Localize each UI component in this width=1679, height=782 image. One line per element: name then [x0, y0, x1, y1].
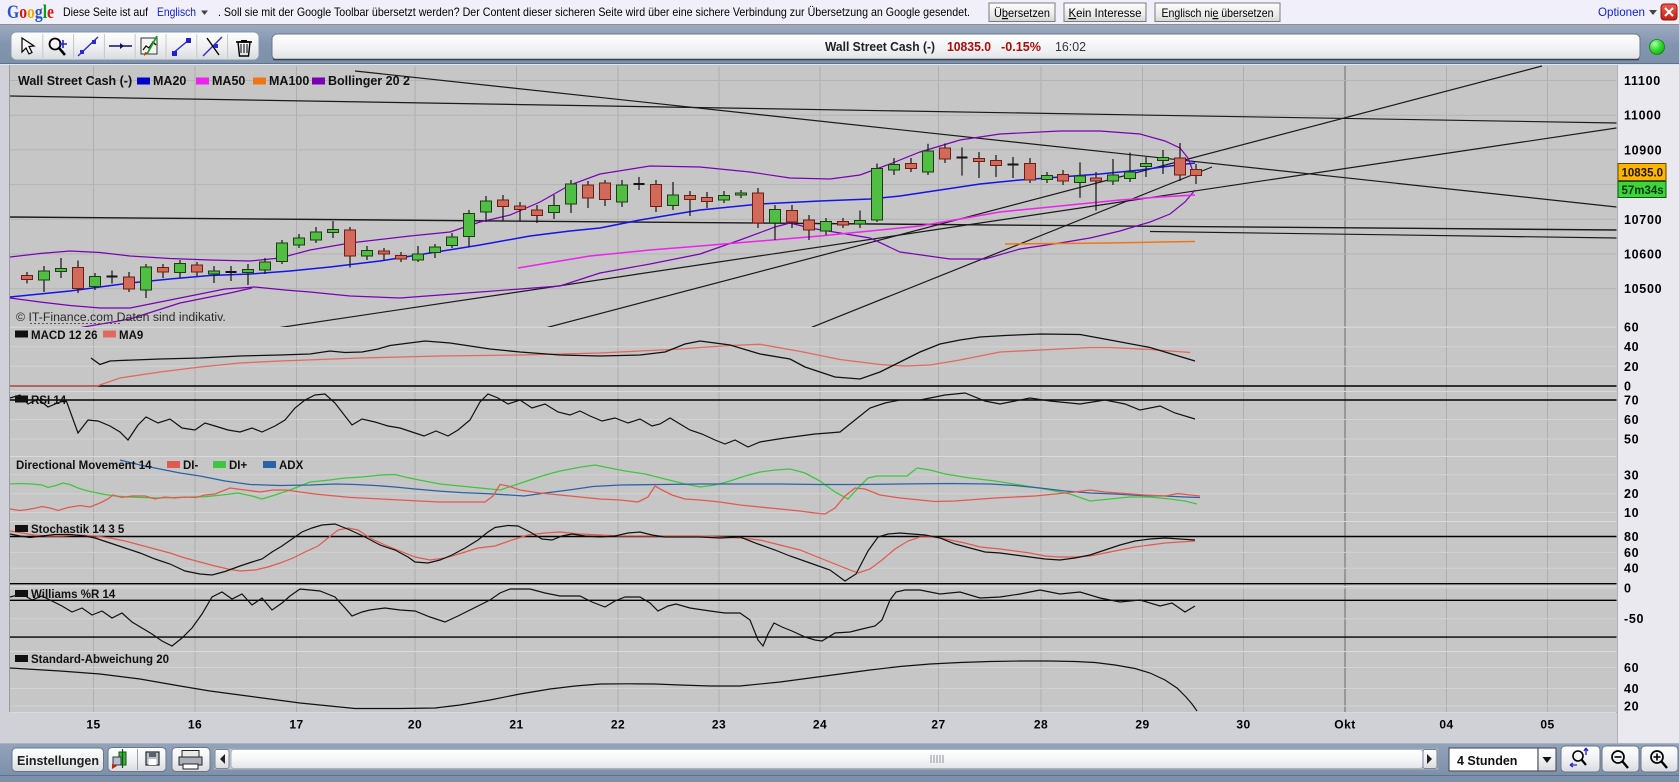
svg-text:ADX: ADX: [279, 460, 304, 472]
svg-text:24: 24: [813, 718, 827, 732]
svg-text:17: 17: [289, 718, 303, 732]
svg-text:Übersetzen: Übersetzen: [994, 6, 1050, 20]
svg-text:70: 70: [1624, 394, 1639, 408]
svg-text:60: 60: [1624, 413, 1639, 427]
svg-text:MACD 12 26: MACD 12 26: [31, 330, 97, 342]
svg-text:22: 22: [611, 718, 625, 732]
svg-text:© IT-Finance.com Daten sind in: © IT-Finance.com Daten sind indikativ.: [16, 310, 226, 324]
svg-text:16: 16: [188, 718, 202, 732]
svg-text:0: 0: [1624, 380, 1632, 394]
svg-text:10835.0: 10835.0: [947, 39, 991, 54]
svg-text:23: 23: [712, 718, 726, 732]
svg-text:0: 0: [1624, 582, 1632, 596]
svg-text:-0.15%: -0.15%: [1001, 39, 1041, 54]
svg-text:. Soll sie mit der Google Tool: . Soll sie mit der Google Toolbar überse…: [218, 5, 970, 19]
svg-text:Optionen: Optionen: [1598, 5, 1645, 19]
svg-text:40: 40: [1624, 682, 1639, 696]
svg-text:21: 21: [509, 718, 523, 732]
svg-text:10700: 10700: [1624, 213, 1662, 227]
svg-text:Englisch: Englisch: [157, 5, 196, 19]
svg-text:50: 50: [1624, 433, 1639, 447]
svg-text:30: 30: [1624, 468, 1639, 482]
svg-text:Directional Movement 14: Directional Movement 14: [16, 460, 152, 472]
svg-text:Kein Interesse: Kein Interesse: [1069, 6, 1142, 20]
svg-text:80: 80: [1624, 530, 1639, 544]
svg-text:28: 28: [1034, 718, 1048, 732]
svg-text:60: 60: [1624, 661, 1639, 675]
svg-text:4 Stunden: 4 Stunden: [1457, 754, 1517, 768]
svg-text:Wall Street Cash (-): Wall Street Cash (-): [18, 74, 132, 88]
svg-text:Diese Seite ist auf: Diese Seite ist auf: [63, 5, 149, 19]
svg-text:20: 20: [1624, 487, 1639, 501]
svg-text:MA20: MA20: [153, 74, 186, 88]
svg-text:Einstellungen: Einstellungen: [17, 754, 99, 768]
svg-text:Bollinger 20 2: Bollinger 20 2: [328, 74, 410, 88]
svg-text:Google: Google: [7, 2, 54, 23]
svg-text:RSI 14: RSI 14: [31, 395, 67, 407]
svg-text:10835.0: 10835.0: [1622, 168, 1664, 180]
svg-text:27: 27: [931, 718, 945, 732]
svg-text:10: 10: [1624, 506, 1639, 520]
svg-text:-50: -50: [1624, 612, 1644, 626]
svg-text:10900: 10900: [1624, 143, 1662, 157]
svg-text:20: 20: [408, 718, 422, 732]
svg-text:MA100: MA100: [269, 74, 309, 88]
svg-text:40: 40: [1624, 562, 1639, 576]
svg-text:Williams %R 14: Williams %R 14: [31, 589, 116, 601]
svg-text:Standard-Abweichung 20: Standard-Abweichung 20: [31, 654, 169, 666]
svg-text:Stochastik 14 3 5: Stochastik 14 3 5: [31, 524, 125, 536]
svg-text:60: 60: [1624, 321, 1639, 335]
svg-text:MA9: MA9: [119, 330, 143, 342]
svg-text:MA50: MA50: [212, 74, 245, 88]
svg-text:10600: 10600: [1624, 248, 1662, 262]
svg-text:05: 05: [1540, 718, 1554, 732]
svg-text:DI+: DI+: [229, 460, 248, 472]
svg-text:11100: 11100: [1624, 74, 1661, 88]
svg-text:30: 30: [1236, 718, 1250, 732]
svg-text:60: 60: [1624, 546, 1639, 560]
svg-text:11000: 11000: [1624, 109, 1662, 123]
svg-text:57m34s: 57m34s: [1622, 185, 1664, 197]
svg-text:DI-: DI-: [183, 460, 199, 472]
svg-text:29: 29: [1135, 718, 1149, 732]
svg-text:Wall Street Cash (-): Wall Street Cash (-): [825, 39, 935, 54]
svg-text:16:02: 16:02: [1055, 39, 1086, 54]
svg-text:04: 04: [1439, 718, 1453, 732]
svg-text:10500: 10500: [1624, 282, 1662, 296]
svg-text:20: 20: [1624, 700, 1639, 714]
svg-text:40: 40: [1624, 340, 1639, 354]
svg-text:20: 20: [1624, 360, 1639, 374]
svg-text:15: 15: [86, 718, 100, 732]
svg-text:Okt: Okt: [1334, 718, 1356, 732]
svg-text:Englisch nie übersetzen: Englisch nie übersetzen: [1162, 6, 1274, 20]
